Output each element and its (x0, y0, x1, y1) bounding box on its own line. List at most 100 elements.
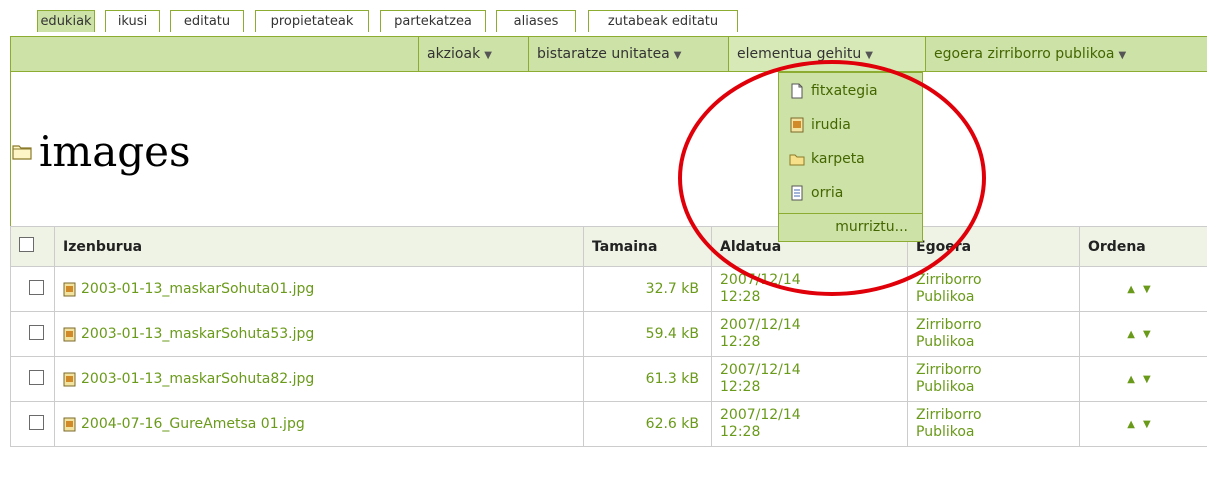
order-cell: ▲▼ (1079, 311, 1207, 357)
folder-icon (12, 145, 32, 160)
move-down-icon[interactable]: ▼ (1143, 374, 1159, 385)
tab-aliases[interactable]: aliases (496, 10, 576, 32)
add-item-menu-label: elementua gehitu (737, 46, 862, 62)
add-file-item[interactable]: fitxategia (789, 78, 878, 104)
image-file-icon (63, 327, 76, 341)
state-cell: Zirriborro Publikoa (907, 356, 1080, 402)
modified-cell: 2007/12/14 12:28 (711, 266, 908, 312)
file-link[interactable]: 2004-07-16_GureAmetsa 01.jpg (81, 416, 305, 432)
display-menu[interactable]: bistaratze unitatea ▼ (528, 37, 728, 71)
state-cell: Zirriborro Publikoa (907, 311, 1080, 357)
modified-date: 2007/12/14 (720, 407, 801, 423)
column-order[interactable]: Ordena (1079, 226, 1207, 267)
action-bar: akzioak ▼ bistaratze unitatea ▼ elementua … (10, 36, 1207, 72)
content-pane: images (10, 71, 1207, 226)
row-checkbox[interactable] (28, 414, 44, 430)
display-menu-label: bistaratze unitatea (537, 46, 670, 62)
move-up-icon[interactable]: ▲ (1127, 329, 1143, 340)
state-menu[interactable]: egoera zirriborro publikoa ▼ (925, 37, 1207, 71)
table-row: 2003-01-13_maskarSohuta01.jpg 32.7 kB 20… (10, 266, 1207, 312)
select-all-cell (10, 226, 55, 267)
table-row: 2003-01-13_maskarSohuta82.jpg 61.3 kB 20… (10, 356, 1207, 402)
file-link[interactable]: 2003-01-13_maskarSohuta82.jpg (81, 371, 314, 387)
table-header-row: Izenburua Tamaina Aldatua Egoera Ordena (10, 226, 1207, 267)
order-cell: ▲▼ (1079, 401, 1207, 447)
select-all-checkbox[interactable] (19, 237, 34, 252)
state-line-2: Publikoa (916, 334, 975, 350)
column-state[interactable]: Egoera (907, 226, 1080, 267)
size-cell: 61.3 kB (583, 356, 712, 402)
state-line-2: Publikoa (916, 289, 975, 305)
state-line-1: Zirriborro (916, 362, 982, 378)
size-cell: 59.4 kB (583, 311, 712, 357)
file-cell: 2003-01-13_maskarSohuta01.jpg (54, 266, 584, 312)
chevron-down-icon: ▼ (1118, 50, 1127, 61)
row-checkbox[interactable] (28, 369, 44, 385)
contents-table: Izenburua Tamaina Aldatua Egoera Ordena … (10, 226, 1207, 447)
tab-editatu[interactable]: editatu (170, 10, 244, 32)
add-image-label: irudia (811, 117, 851, 133)
add-image-item[interactable]: irudia (789, 112, 851, 138)
dropdown-divider (779, 213, 922, 214)
size-cell: 32.7 kB (583, 266, 712, 312)
add-page-item[interactable]: orria (789, 180, 843, 206)
file-icon (791, 83, 803, 99)
image-icon (790, 117, 804, 133)
restrict-link[interactable]: murriztu... (779, 219, 922, 235)
page-title: images (11, 116, 191, 186)
file-cell: 2004-07-16_GureAmetsa 01.jpg (54, 401, 584, 447)
row-select-cell (10, 356, 55, 402)
order-cell: ▲▼ (1079, 356, 1207, 402)
tab-zutabeak-editatu[interactable]: zutabeak editatu (588, 10, 738, 32)
modified-time: 12:28 (720, 334, 761, 350)
modified-date: 2007/12/14 (720, 272, 801, 288)
move-down-icon[interactable]: ▼ (1143, 329, 1159, 340)
page-icon (791, 185, 803, 201)
tab-edukiak[interactable]: edukiak (37, 10, 95, 32)
add-file-label: fitxategia (811, 83, 878, 99)
move-up-icon[interactable]: ▲ (1127, 284, 1143, 295)
tab-partekatzea[interactable]: partekatzea (380, 10, 486, 32)
size-cell: 62.6 kB (583, 401, 712, 447)
actions-menu[interactable]: akzioak ▼ (418, 37, 528, 71)
row-checkbox[interactable] (28, 324, 44, 340)
modified-cell: 2007/12/14 12:28 (711, 356, 908, 402)
modified-time: 12:28 (720, 289, 761, 305)
column-title[interactable]: Izenburua (54, 226, 584, 267)
move-down-icon[interactable]: ▼ (1143, 419, 1159, 430)
modified-time: 12:28 (720, 424, 761, 440)
table-row: 2003-01-13_maskarSohuta53.jpg 59.4 kB 20… (10, 311, 1207, 357)
chevron-down-icon: ▼ (865, 50, 873, 61)
order-cell: ▲▼ (1079, 266, 1207, 312)
tab-ikusi[interactable]: ikusi (105, 10, 160, 32)
folder-title: images (39, 126, 191, 176)
tab-propietateak[interactable]: propietateak (255, 10, 369, 32)
add-folder-label: karpeta (811, 151, 865, 167)
move-down-icon[interactable]: ▼ (1143, 284, 1159, 295)
add-page-label: orria (811, 185, 844, 201)
state-line-2: Publikoa (916, 424, 975, 440)
add-item-menu[interactable]: elementua gehitu ▼ (728, 37, 925, 71)
add-folder-item[interactable]: karpeta (789, 146, 865, 172)
modified-date: 2007/12/14 (720, 317, 801, 333)
move-up-icon[interactable]: ▲ (1127, 374, 1143, 385)
file-cell: 2003-01-13_maskarSohuta82.jpg (54, 356, 584, 402)
row-checkbox[interactable] (28, 279, 44, 295)
row-select-cell (10, 401, 55, 447)
state-cell: Zirriborro Publikoa (907, 401, 1080, 447)
modified-time: 12:28 (720, 379, 761, 395)
state-cell: Zirriborro Publikoa (907, 266, 1080, 312)
chevron-down-icon: ▼ (673, 50, 682, 61)
folder-icon (789, 154, 805, 166)
move-up-icon[interactable]: ▲ (1127, 419, 1143, 430)
file-cell: 2003-01-13_maskarSohuta53.jpg (54, 311, 584, 357)
modified-cell: 2007/12/14 12:28 (711, 401, 908, 447)
file-link[interactable]: 2003-01-13_maskarSohuta53.jpg (81, 326, 314, 342)
row-select-cell (10, 266, 55, 312)
actions-menu-label: akzioak (427, 46, 481, 62)
row-select-cell (10, 311, 55, 357)
column-size[interactable]: Tamaina (583, 226, 712, 267)
image-file-icon (63, 372, 76, 386)
table-row: 2004-07-16_GureAmetsa 01.jpg 62.6 kB 200… (10, 401, 1207, 447)
file-link[interactable]: 2003-01-13_maskarSohuta01.jpg (81, 281, 314, 297)
